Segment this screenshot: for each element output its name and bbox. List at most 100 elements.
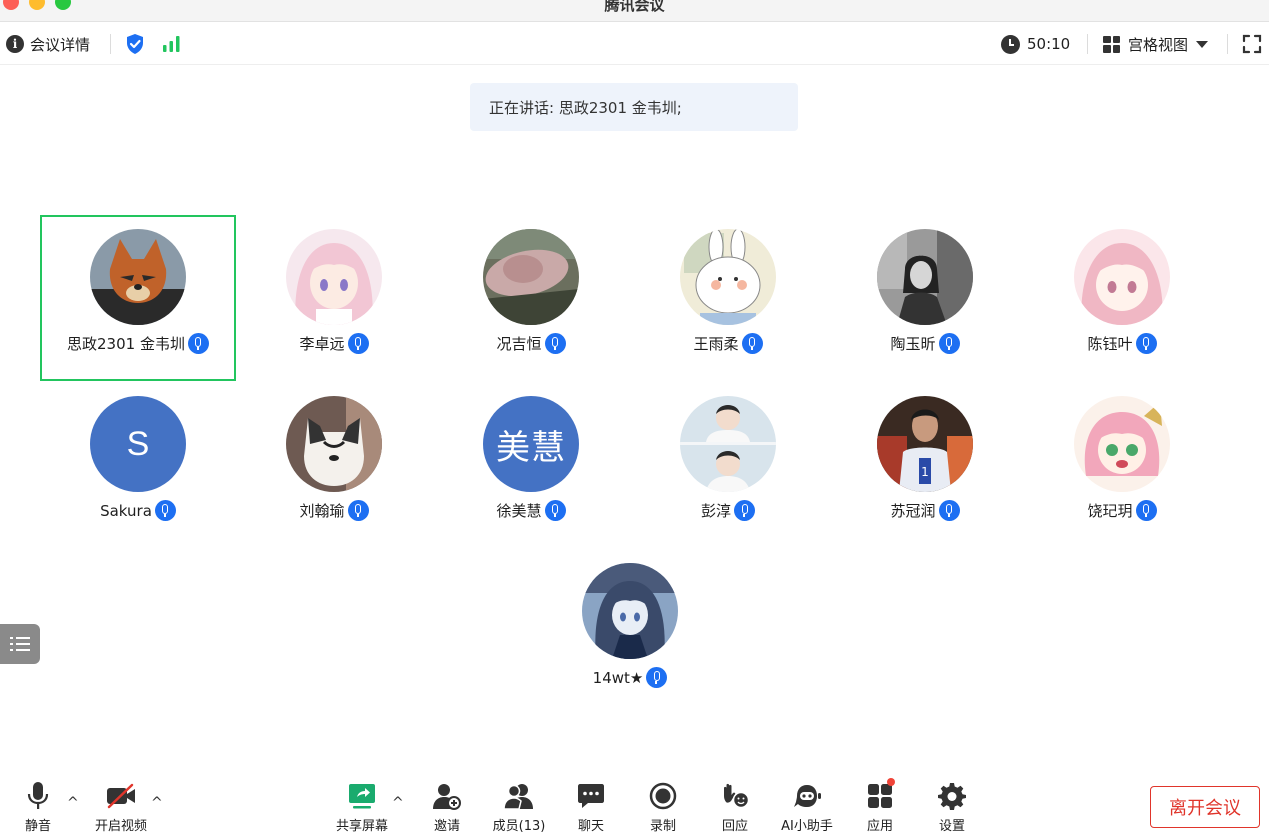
- mic-status-icon: [1135, 333, 1157, 354]
- participant-tile[interactable]: 彭淳: [630, 382, 826, 548]
- participant-name-row: 徐美慧: [433, 500, 629, 521]
- participant-name-row: 王雨柔: [630, 333, 826, 354]
- avatar-image: [680, 229, 776, 325]
- top-toolbar: i 会议详情 50:10 宫格视图: [0, 23, 1269, 65]
- participant-name: 14wt★: [592, 668, 644, 687]
- participant-tile[interactable]: 王雨柔: [630, 215, 826, 381]
- title-bar: 腾讯会议: [0, 0, 1269, 22]
- chat-label: 聊天: [577, 819, 604, 834]
- bottom-toolbar: 静音 ^ 开启视频 ^ 共享屏幕 ^ 邀请 成员(13) 聊天 录制 回应 AI…: [0, 770, 1269, 834]
- meeting-window: 腾讯会议 i 会议详情 50:10 宫格视图 正在讲话: 思政2301 金韦圳;…: [0, 0, 1269, 834]
- participant-name: 徐美慧: [496, 502, 542, 520]
- grid-view-icon: [1103, 35, 1120, 53]
- mic-status-icon: [741, 333, 763, 354]
- share-options-chevron[interactable]: ^: [392, 796, 404, 810]
- video-options-chevron[interactable]: ^: [151, 796, 163, 810]
- mic-status-icon: [187, 333, 209, 354]
- participant-name-row: 苏冠润: [827, 500, 1023, 521]
- avatar: [286, 396, 382, 492]
- participant-tile[interactable]: 美慧 徐美慧: [433, 382, 629, 548]
- share-screen-icon: [349, 784, 375, 809]
- participant-tile[interactable]: 刘翰瑜: [236, 382, 432, 548]
- participant-name: 饶玘玥: [1087, 502, 1133, 520]
- participant-name: 刘翰瑜: [299, 502, 345, 520]
- audio-options-chevron[interactable]: ^: [67, 796, 79, 810]
- avatar-image: [286, 229, 382, 325]
- participant-name: 思政2301 金韦圳: [67, 335, 185, 353]
- avatar: 美慧: [483, 396, 579, 492]
- meeting-timer: 50:10: [1001, 23, 1070, 65]
- mic-status-icon: [734, 500, 755, 521]
- participant-tile[interactable]: 李卓远: [236, 215, 432, 381]
- participant-name: 苏冠润: [890, 502, 936, 520]
- mic-status-icon: [1135, 500, 1157, 521]
- participant-name: 陶玉昕: [890, 335, 936, 353]
- participant-tile[interactable]: 1 苏冠润: [827, 382, 1023, 548]
- mic-status-icon: [544, 500, 566, 521]
- participant-tile[interactable]: 况吉恒: [433, 215, 629, 381]
- participant-name-row: 陶玉昕: [827, 333, 1023, 354]
- meeting-info-button[interactable]: i 会议详情: [6, 23, 90, 65]
- start-video-button[interactable]: 开启视频: [86, 780, 156, 834]
- hand-emoji-icon: [724, 783, 750, 809]
- invite-button[interactable]: 邀请: [412, 780, 482, 834]
- settings-button[interactable]: 设置: [917, 780, 987, 834]
- share-screen-button[interactable]: 共享屏幕: [327, 780, 397, 834]
- avatar: [680, 396, 776, 492]
- members-button[interactable]: 成员(13): [484, 780, 554, 834]
- fullscreen-icon: [1242, 34, 1262, 54]
- leave-meeting-button[interactable]: 离开会议: [1150, 786, 1260, 828]
- side-list-button[interactable]: [0, 624, 40, 664]
- reaction-label: 回应: [721, 819, 748, 834]
- fullscreen-button[interactable]: [1242, 23, 1262, 65]
- share-screen-label: 共享屏幕: [335, 819, 388, 834]
- mute-button[interactable]: 静音: [3, 780, 73, 834]
- avatar-image: [1074, 229, 1170, 325]
- participant-name-row: 思政2301 金韦圳: [42, 333, 234, 354]
- apps-button[interactable]: 应用: [845, 778, 915, 834]
- chat-bubble-icon: [578, 784, 604, 808]
- avatar: [90, 229, 186, 325]
- meeting-info-label: 会议详情: [30, 35, 91, 54]
- avatar-image: [680, 396, 776, 492]
- signal-bars-icon: [163, 36, 180, 52]
- participant-tile[interactable]: 饶玘玥: [1024, 382, 1220, 548]
- participant-name: 况吉恒: [496, 335, 542, 353]
- security-shield-button[interactable]: [125, 23, 145, 65]
- participant-name: Sakura: [100, 501, 152, 520]
- apps-icon: [868, 784, 892, 808]
- avatar: [1074, 396, 1170, 492]
- avatar-initials: 美慧: [496, 427, 566, 468]
- gear-icon: [938, 783, 966, 810]
- network-signal-button[interactable]: [162, 23, 182, 65]
- avatar-initial: S: [126, 424, 150, 463]
- participant-name: 陈钰叶: [1087, 335, 1133, 353]
- clock-icon: [1001, 34, 1020, 54]
- record-button[interactable]: 录制: [628, 780, 698, 834]
- avatar-image: 1: [877, 396, 973, 492]
- avatar-image: [877, 229, 973, 325]
- avatar-image: [582, 563, 678, 659]
- mic-status-icon: [347, 500, 369, 521]
- svg-text:1: 1: [921, 465, 929, 479]
- mic-status-icon: [646, 667, 668, 688]
- notification-dot: [887, 778, 895, 786]
- avatar: 1: [877, 396, 973, 492]
- participant-name: 王雨柔: [693, 335, 739, 353]
- participant-tile[interactable]: 陶玉昕: [827, 215, 1023, 381]
- avatar: [582, 563, 678, 659]
- participant-tile[interactable]: 陈钰叶: [1024, 215, 1220, 381]
- participant-name-row: Sakura: [40, 500, 236, 521]
- chat-button[interactable]: 聊天: [556, 780, 626, 834]
- divider: [1087, 34, 1088, 54]
- window-title: 腾讯会议: [604, 0, 665, 14]
- avatar: [1074, 229, 1170, 325]
- mic-status-icon: [938, 500, 960, 521]
- mic-status-icon: [154, 500, 176, 521]
- view-mode-dropdown[interactable]: 宫格视图: [1103, 23, 1209, 65]
- ai-assistant-button[interactable]: AI小助手: [772, 780, 842, 834]
- participant-tile[interactable]: 14wt★: [532, 549, 728, 715]
- reaction-button[interactable]: 回应: [700, 780, 770, 834]
- participant-tile[interactable]: 思政2301 金韦圳: [40, 215, 236, 381]
- participant-tile[interactable]: S Sakura: [40, 382, 236, 548]
